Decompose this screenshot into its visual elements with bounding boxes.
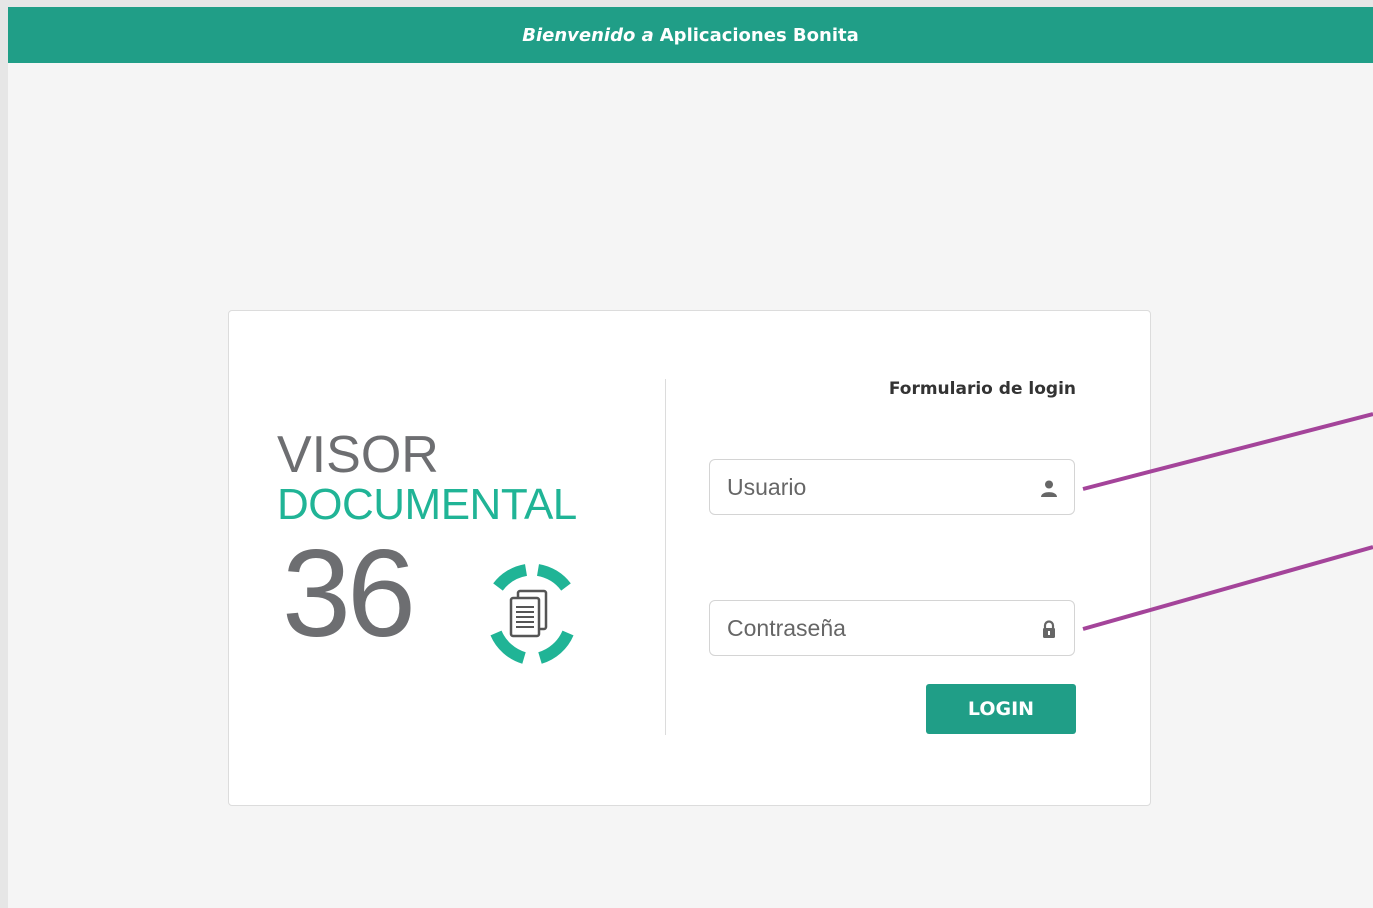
annotation-line-password (1082, 545, 1373, 631)
annotation-arrows (1082, 412, 1373, 631)
annotation-line-username (1082, 412, 1373, 491)
